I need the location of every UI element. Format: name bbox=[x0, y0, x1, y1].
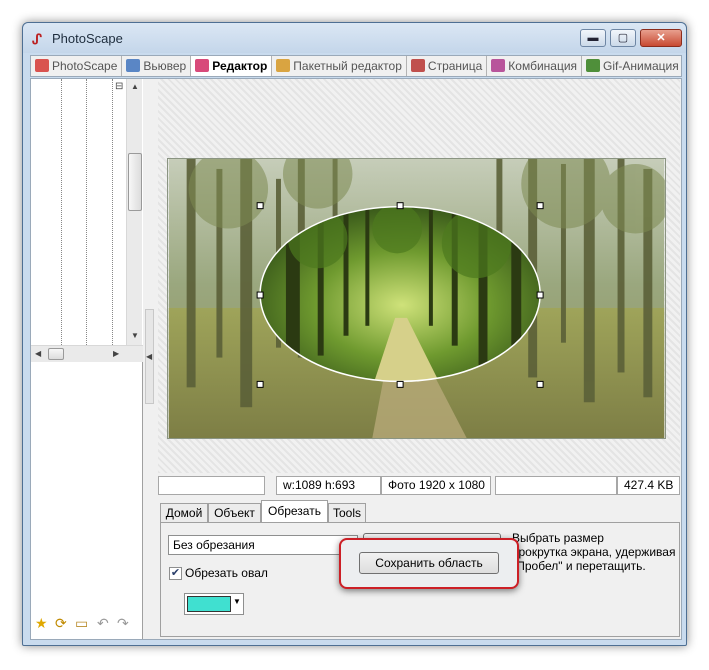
photoscape-icon bbox=[35, 59, 49, 72]
status-bar: w:1089 h:693 Фото 1920 x 1080 427.4 KB bbox=[158, 473, 680, 497]
combine-icon bbox=[491, 59, 506, 72]
tab-label: Страница bbox=[427, 59, 483, 73]
panel-splitter[interactable]: ◀ bbox=[143, 79, 157, 639]
tab-page[interactable]: Страница bbox=[407, 56, 488, 76]
crop-mode-select[interactable]: Без обрезания ▼ bbox=[168, 535, 358, 555]
crop-oval-label: Обрезать овал bbox=[185, 566, 268, 580]
status-dimensions: w:1089 h:693 bbox=[276, 476, 381, 495]
tab-gif-animation[interactable]: Gif-Анимация bbox=[582, 56, 681, 76]
scroll-left-icon[interactable]: ◀ bbox=[35, 349, 41, 359]
viewer-icon bbox=[126, 59, 141, 72]
crop-mode-value: Без обрезания bbox=[173, 538, 255, 552]
tree-horizontal-scrollbar[interactable]: ◀ ▶ bbox=[31, 345, 143, 362]
back-icon[interactable]: ↶ bbox=[97, 616, 109, 630]
status-empty-2 bbox=[495, 476, 617, 495]
folder-icon[interactable]: ▭ bbox=[75, 616, 88, 630]
batch-editor-icon bbox=[276, 59, 291, 72]
scroll-down-icon[interactable]: ▼ bbox=[131, 331, 139, 341]
folder-tree[interactable]: ⊟ ▲ ▼ ◀ ▶ bbox=[31, 79, 143, 362]
close-button[interactable]: ✕ bbox=[640, 29, 682, 47]
status-photo-size: Фото 1920 x 1080 bbox=[381, 476, 491, 495]
tree-collapse-icon[interactable]: ⊟ bbox=[115, 82, 123, 92]
color-swatch bbox=[187, 596, 231, 612]
crop-oval-checkbox[interactable]: ✔ bbox=[169, 567, 182, 580]
status-file-size: 427.4 KB bbox=[617, 476, 680, 495]
tab-photoscape[interactable]: PhotoScape bbox=[31, 56, 123, 76]
forward-icon[interactable]: ↷ bbox=[117, 616, 129, 630]
tab-crop[interactable]: Обрезать bbox=[261, 500, 328, 523]
oval-color-picker[interactable]: ▼ bbox=[184, 593, 244, 615]
save-area-button[interactable]: Сохранить область bbox=[359, 552, 499, 574]
scroll-right-icon[interactable]: ▶ bbox=[113, 349, 119, 359]
horizontal-scroll-thumb[interactable] bbox=[48, 348, 64, 360]
crop-description: Выбрать размер прокрутка экрана, удержив… bbox=[512, 531, 682, 595]
tab-editor[interactable]: Редактор bbox=[191, 56, 273, 76]
tab-home[interactable]: Домой bbox=[160, 503, 208, 523]
image-canvas[interactable] bbox=[158, 79, 680, 473]
chevron-down-icon[interactable]: ▼ bbox=[232, 597, 242, 606]
tab-label: PhotoScape bbox=[52, 59, 118, 73]
description-line: "Пробел" и перетащить. bbox=[512, 559, 646, 573]
tab-label: Gif-Анимация bbox=[603, 59, 679, 73]
refresh-icon[interactable]: ⟳ bbox=[55, 616, 67, 630]
photoscape-logo-icon: ᔑ bbox=[32, 31, 42, 47]
save-area-highlight: Сохранить область bbox=[339, 538, 519, 589]
tab-viewer[interactable]: Вьювер bbox=[122, 56, 192, 76]
tab-label: Пакетный редактор bbox=[293, 59, 402, 73]
tab-object[interactable]: Объект bbox=[208, 503, 261, 523]
scroll-up-icon[interactable]: ▲ bbox=[131, 82, 139, 92]
star-icon[interactable]: ★ bbox=[35, 616, 48, 630]
tab-batch-editor[interactable]: Пакетный редактор bbox=[272, 56, 407, 76]
status-empty bbox=[158, 476, 265, 495]
tab-label: Редактор bbox=[212, 59, 268, 73]
maximize-button[interactable]: ▢ bbox=[610, 29, 636, 47]
collapse-panel-icon[interactable]: ◀ bbox=[146, 352, 152, 362]
tab-label: Комбинация bbox=[508, 59, 578, 73]
vertical-scroll-thumb[interactable] bbox=[128, 153, 142, 211]
description-line: прокрутка экрана, удерживая bbox=[512, 545, 676, 559]
gif-animation-icon bbox=[586, 59, 601, 72]
tab-combine[interactable]: Комбинация bbox=[487, 56, 583, 76]
tab-tools[interactable]: Tools bbox=[328, 503, 366, 523]
left-panel: ⊟ ▲ ▼ ◀ ▶ ★ ⟳ ▭ ↶ ↷ bbox=[31, 79, 143, 639]
title-bar[interactable]: ᔑ PhotoScape ▬ ▢ ✕ bbox=[23, 23, 686, 53]
left-toolbar: ★ ⟳ ▭ ↶ ↷ bbox=[31, 613, 143, 635]
tab-label: Вьювер bbox=[143, 59, 187, 73]
forest-photo[interactable] bbox=[167, 158, 666, 439]
tree-vertical-scrollbar[interactable]: ▲ ▼ bbox=[126, 79, 142, 345]
editor-icon bbox=[195, 59, 210, 72]
window-title: PhotoScape bbox=[52, 31, 123, 46]
description-line: Выбрать размер bbox=[512, 531, 604, 545]
minimize-button[interactable]: ▬ bbox=[580, 29, 606, 47]
main-tab-bar: PhotoScape Вьювер Редактор Пакетный редакто… bbox=[30, 55, 682, 77]
editor-tab-bar: Домой Объект Обрезать Tools bbox=[158, 499, 680, 523]
page-icon bbox=[410, 59, 425, 72]
